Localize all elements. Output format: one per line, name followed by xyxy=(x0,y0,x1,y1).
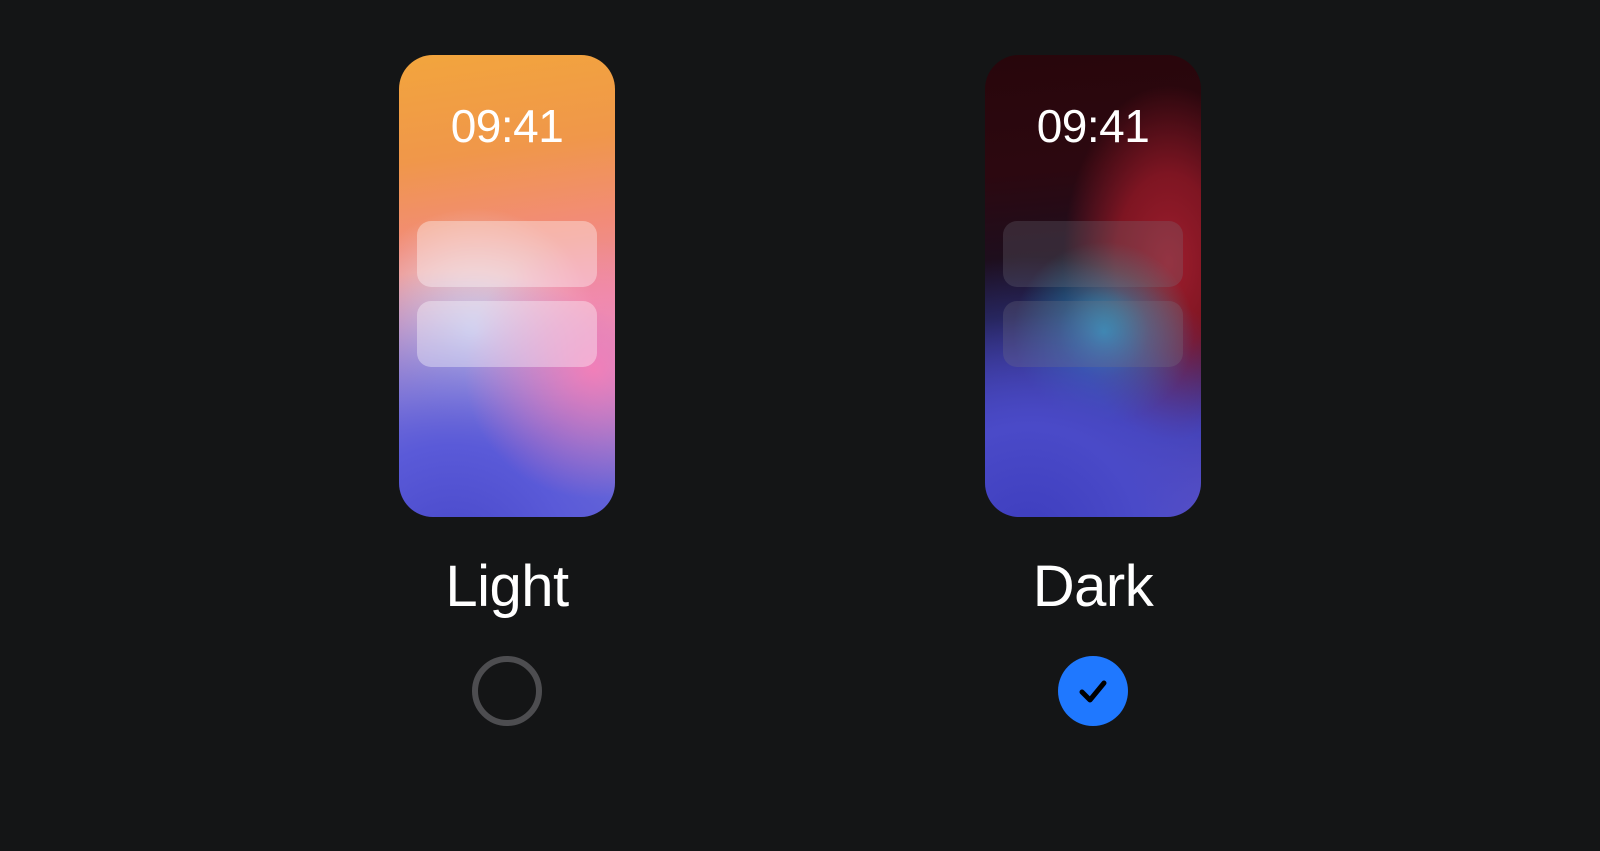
lockscreen-time: 09:41 xyxy=(399,99,615,153)
notification-placeholder xyxy=(1003,221,1183,287)
radio-selected-icon[interactable] xyxy=(1058,656,1128,726)
notification-stack xyxy=(1003,221,1183,367)
appearance-option-label: Dark xyxy=(1033,553,1153,620)
appearance-option-light[interactable]: 09:41 Light xyxy=(399,55,615,726)
lockscreen-time: 09:41 xyxy=(985,99,1201,153)
appearance-preview-light: 09:41 xyxy=(399,55,615,517)
notification-placeholder xyxy=(1003,301,1183,367)
notification-stack xyxy=(417,221,597,367)
appearance-preview-dark: 09:41 xyxy=(985,55,1201,517)
notification-placeholder xyxy=(417,301,597,367)
appearance-picker: 09:41 Light 09:41 Dark xyxy=(0,0,1600,726)
checkmark-icon xyxy=(1073,671,1113,711)
appearance-option-label: Light xyxy=(445,553,568,620)
notification-placeholder xyxy=(417,221,597,287)
radio-unselected-icon[interactable] xyxy=(472,656,542,726)
appearance-option-dark[interactable]: 09:41 Dark xyxy=(985,55,1201,726)
